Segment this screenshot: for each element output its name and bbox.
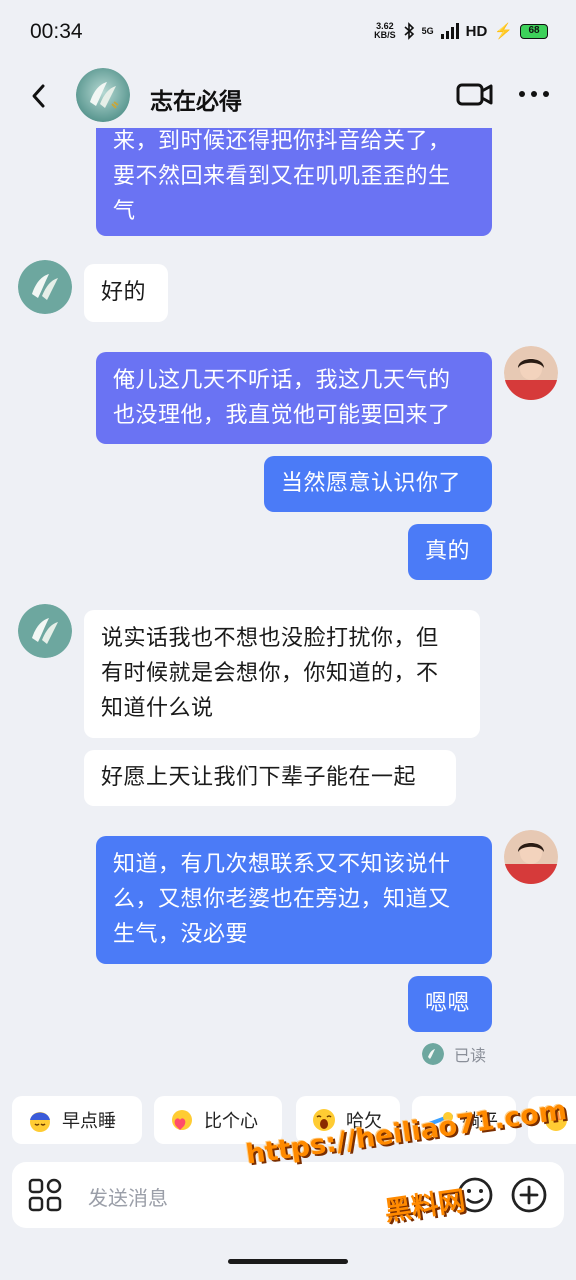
network-speed-unit: KB/S [374,30,396,40]
status-time: 00:34 [30,20,83,43]
back-icon[interactable] [26,82,52,110]
message-bubble-incoming[interactable]: 说实话我也不想也没脸打扰你，但 有时候就是会想你，你知道的，不 知道什么说 [84,610,480,738]
apps-grid-icon[interactable] [28,1178,62,1212]
sleep-emoji-icon [30,1112,50,1132]
quick-reply-label: 躺平 [462,1111,498,1132]
message-input-bar: 发送消息 [12,1162,564,1228]
quick-reply-label: 哈欠 [346,1111,382,1132]
status-bar: 00:34 3.62 KB/S 5G HD ⚡ 68 [0,0,576,64]
quick-reply-chip[interactable]: 比个心 [154,1096,282,1144]
message-bubble-incoming[interactable]: 好的 [84,264,168,322]
read-status: 已读 [454,1046,487,1065]
home-indicator[interactable] [228,1259,348,1264]
network-speed: 3.62 KB/S [374,22,396,40]
message-bubble-outgoing[interactable]: 知道，有几次想联系又不知该说什 么，又想你老婆也在旁边，知道又 生气，没必要 [96,836,492,964]
lie-flat-emoji-icon [427,1112,453,1132]
message-bubble-outgoing[interactable]: 当然愿意认识你了 [264,456,492,512]
yawn-emoji-icon [313,1109,335,1131]
quick-reply-label: 早点睡 [62,1111,116,1132]
network-type: 5G [421,26,434,36]
message-bubble-incoming[interactable]: 好愿上天让我们下辈子能在一起 [84,750,456,806]
signal-icon [440,23,459,39]
heart-emoji-icon [172,1110,192,1130]
read-receipt: 已读 [422,1042,486,1066]
message-bubble-outgoing[interactable]: 真的 [408,524,492,580]
plus-icon[interactable] [510,1176,548,1214]
contact-name[interactable]: 志在必得 [150,82,242,116]
bluetooth-icon [404,22,414,40]
contact-avatar[interactable] [76,68,130,122]
battery-icon: 68 [520,23,548,39]
charging-icon: ⚡ [494,23,513,40]
quick-reply-chip[interactable]: 早点睡 [12,1096,142,1144]
quick-reply-label: 比个心 [204,1111,258,1132]
quick-reply-chip[interactable] [528,1096,576,1144]
read-avatar-icon [422,1043,444,1065]
my-avatar[interactable] [504,346,558,400]
quick-reply-bar: 早点睡 比个心 哈欠 躺平 [0,1096,576,1152]
contact-avatar-small[interactable] [18,260,72,314]
message-bubble-outgoing[interactable]: 俺儿这几天不听话，我这几天气的 也没理他，我直觉他可能要回来了 [96,352,492,444]
my-avatar[interactable] [504,830,558,884]
emoji-icon[interactable] [456,1176,494,1214]
quick-reply-chip[interactable]: 躺平 [412,1096,516,1144]
message-bubble-outgoing[interactable]: 来，到时候还得把你抖音给关了， 要不然回来看到又在叽叽歪歪的生 气 [96,128,492,236]
more-icon[interactable] [516,86,552,102]
contact-avatar-small[interactable] [18,604,72,658]
chat-area[interactable]: 来，到时候还得把你抖音给关了， 要不然回来看到又在叽叽歪歪的生 气 好的 俺儿这… [0,128,576,1086]
message-bubble-outgoing[interactable]: 嗯嗯 [408,976,492,1032]
video-call-icon[interactable] [456,80,494,108]
hd-label: HD [465,22,488,40]
quick-reply-chip[interactable]: 哈欠 [296,1096,400,1144]
message-input[interactable]: 发送消息 [88,1182,168,1211]
status-icons: 3.62 KB/S 5G HD ⚡ 68 [374,22,548,40]
sticker-emoji-icon [545,1109,567,1131]
